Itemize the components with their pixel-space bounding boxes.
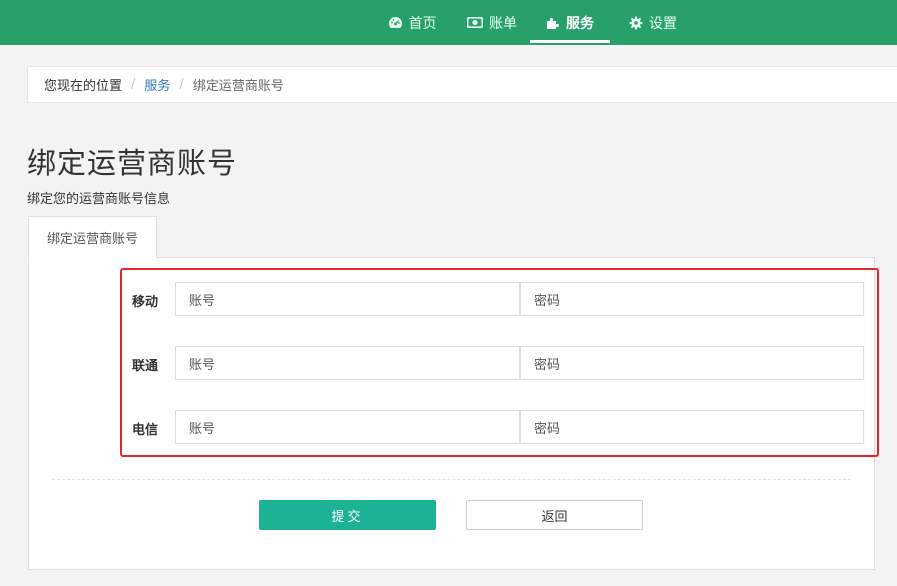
form-divider [52, 479, 851, 480]
breadcrumb-prefix: 您现在的位置 [44, 79, 123, 94]
page-subtitle: 绑定您的运营商账号信息 [27, 192, 171, 207]
carrier-label-mobile: 移动 [132, 295, 159, 310]
nav-label: 设置 [649, 15, 677, 32]
account-addon: 账号 [175, 346, 229, 380]
nav-item-bill[interactable]: 账单 [458, 0, 526, 45]
top-navbar: 首页 账单 服务 设置 [0, 0, 897, 45]
breadcrumb-link-service[interactable]: 服务 [144, 75, 170, 94]
password-addon: 密码 [520, 410, 574, 444]
password-addon: 密码 [520, 282, 574, 316]
nav-label: 服务 [566, 15, 594, 32]
dashboard-icon [388, 16, 403, 29]
nav-label: 账单 [489, 15, 517, 32]
telecom-password-input[interactable] [573, 410, 864, 444]
breadcrumb-separator: / [179, 77, 184, 92]
submit-button[interactable]: 提交 [259, 500, 436, 530]
carrier-label-unicom: 联通 [132, 359, 159, 374]
tab-bind-account[interactable]: 绑定运营商账号 [28, 216, 157, 258]
gear-icon [629, 16, 643, 30]
back-button[interactable]: 返回 [466, 500, 643, 530]
nav-item-service[interactable]: 服务 [530, 0, 610, 45]
breadcrumb-current: 绑定运营商账号 [192, 79, 284, 94]
unicom-password-input[interactable] [573, 346, 864, 380]
mobile-account-input[interactable] [228, 282, 520, 316]
nav-item-settings[interactable]: 设置 [620, 0, 686, 45]
password-addon: 密码 [520, 346, 574, 380]
telecom-account-input[interactable] [228, 410, 520, 444]
mobile-password-input[interactable] [573, 282, 864, 316]
nav-item-home[interactable]: 首页 [378, 0, 446, 45]
account-addon: 账号 [175, 282, 229, 316]
unicom-account-input[interactable] [228, 346, 520, 380]
breadcrumb-separator: / [131, 77, 136, 92]
money-icon [467, 17, 483, 28]
page-title: 绑定运营商账号 [27, 146, 238, 180]
account-addon: 账号 [175, 410, 229, 444]
breadcrumb: 您现在的位置 / 服务 / 绑定运营商账号 [27, 66, 897, 103]
nav-label: 首页 [408, 15, 437, 32]
carrier-label-telecom: 电信 [132, 423, 159, 438]
puzzle-icon [546, 16, 560, 30]
